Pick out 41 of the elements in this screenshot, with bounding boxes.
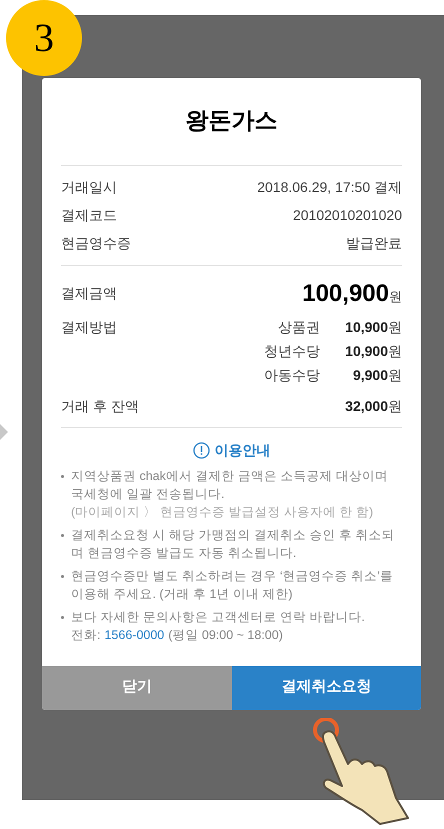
amount-value: 100,900 <box>302 278 389 308</box>
method-name: 청년수당 <box>264 342 320 360</box>
guide-note: 지역상품권 chak에서 결제한 금액은 소득공제 대상이며 국세청에 일괄 전송됩니다. <box>71 468 389 502</box>
bullet-icon <box>61 474 64 478</box>
detail-label: 결제코드 <box>61 206 117 224</box>
balance-label: 거래 후 잔액 <box>61 396 139 416</box>
bullet-icon <box>61 574 64 578</box>
currency-unit: 원 <box>388 396 402 416</box>
detail-label: 현금영수증 <box>61 234 131 252</box>
method-amount: 10,900 <box>345 342 388 360</box>
cancel-payment-button[interactable]: 결제취소요청 <box>232 666 421 710</box>
detail-value: 2018.06.29, 17:50 결제 <box>257 178 402 196</box>
close-button[interactable]: 닫기 <box>42 666 232 710</box>
phone-label: 전화: <box>71 626 100 644</box>
currency-unit: 원 <box>389 288 402 306</box>
method-label: 결제방법 <box>61 318 117 336</box>
method-name: 아동수당 <box>264 366 320 384</box>
detail-value: 발급완료 <box>346 234 402 252</box>
method-name: 상품권 <box>278 318 320 336</box>
bullet-icon <box>61 534 64 536</box>
currency-unit: 원 <box>388 342 402 360</box>
bullet-icon <box>61 616 64 618</box>
phone-link[interactable]: 1566-0000 <box>104 626 164 644</box>
currency-unit: 원 <box>388 366 402 384</box>
triangle-icon <box>0 424 8 440</box>
method-amount: 9,900 <box>352 366 388 384</box>
service-hours: (평일 09:00 ~ 18:00) <box>168 626 283 644</box>
currency-unit: 원 <box>388 318 402 336</box>
method-amount: 10,900 <box>345 318 388 336</box>
info-icon <box>192 442 210 458</box>
step-badge: 3 <box>6 0 82 76</box>
guide-note: 결제취소요청 시 해당 가맹점의 결제취소 승인 후 취소되며 현금영수증 발급도 자동 취소됩니다. <box>71 526 396 562</box>
guide-note: 보다 자세한 문의사항은 고객센터로 연락 바랍니다. <box>71 608 365 626</box>
detail-value: 20102010201020 <box>292 206 402 224</box>
amount-label: 결제금액 <box>61 284 117 303</box>
guide-note: 현금영수증만 별도 취소하려는 경우 ‘현금영수증 취소’를 이용해 주세요. (거래 후 1년 이내 제한) <box>71 568 394 602</box>
guide-title: 이용안내 <box>214 440 270 460</box>
dialog-title: 왕돈가스 <box>184 106 278 135</box>
guide-subnote: (마이페이지 〉 현금영수증 발급설정 사용자에 한 함) <box>71 504 374 520</box>
detail-label: 거래일시 <box>61 178 117 196</box>
balance-value: 32,000 <box>345 396 388 416</box>
